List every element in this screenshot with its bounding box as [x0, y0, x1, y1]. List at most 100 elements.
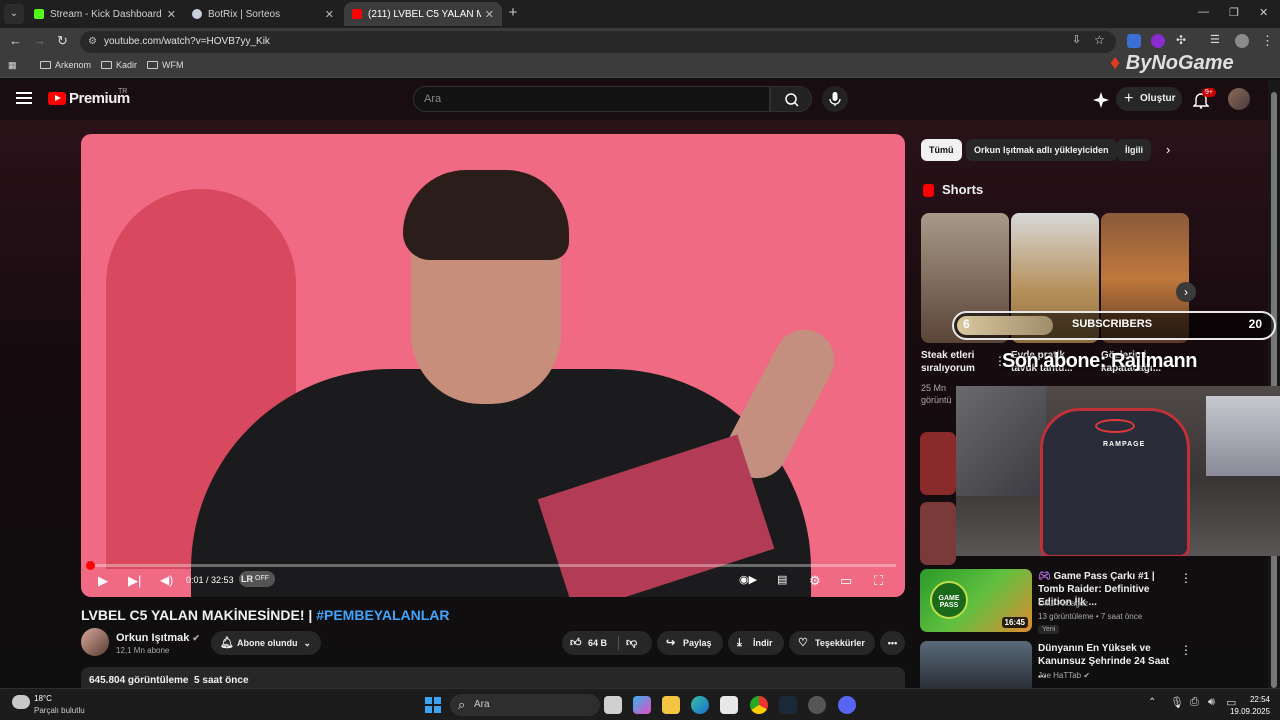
forward-icon[interactable]: →	[33, 33, 46, 48]
install-icon[interactable]: ⇩	[1072, 33, 1081, 46]
chip-from-uploader[interactable]: Orkun Işıtmak adlı yükleyiciden	[966, 139, 1117, 161]
minimize-icon[interactable]: —	[1198, 6, 1209, 18]
site-info-icon[interactable]: ⚙	[88, 31, 97, 53]
chevron-right-icon[interactable]: ›	[1166, 142, 1170, 157]
extensions-puzzle-icon[interactable]: ✣	[1176, 33, 1186, 47]
address-bar[interactable]: ⚙ youtube.com/watch?v=HOVB7yy_Kik	[80, 31, 1116, 53]
store-icon[interactable]	[720, 696, 738, 714]
app-icon[interactable]	[808, 696, 826, 714]
edge-icon[interactable]	[691, 696, 709, 714]
account-avatar[interactable]	[1228, 88, 1250, 110]
bookmark-star-icon[interactable]: ☆	[1094, 33, 1105, 47]
tab-botrix[interactable]: BotRix | Sorteos ✕	[184, 2, 342, 26]
restore-icon[interactable]: ❐	[1229, 6, 1239, 19]
show-hidden-icons-chevron[interactable]: ⌃	[1148, 697, 1156, 708]
subscribed-button[interactable]: 🔔︎ Abone olundu ⌄	[211, 631, 321, 655]
reload-icon[interactable]: ↻	[57, 33, 68, 49]
search-button[interactable]	[770, 86, 812, 112]
dislike-icon[interactable]: 👎︎	[626, 631, 637, 655]
like-count[interactable]: 64 B	[588, 631, 607, 655]
play-icon[interactable]: ▶	[98, 573, 108, 589]
reading-list-icon[interactable]: ☰	[1210, 33, 1220, 46]
video-player[interactable]: ▶ ▶| ◀) 0:01 / 32:53 LR OFF ◉▶ ▤ ⚙ ▭ ⛶	[81, 134, 905, 597]
close-icon[interactable]: ✕	[167, 8, 176, 21]
subscriber-goal-target: 20	[1248, 317, 1262, 331]
fullscreen-icon[interactable]: ⛶	[874, 573, 883, 589]
weather-cloud-icon[interactable]	[12, 695, 30, 709]
hashtag-link[interactable]: #PEMBEYALANLAR	[316, 607, 449, 623]
webcam-poster	[956, 386, 1046, 496]
close-icon[interactable]: ✕	[485, 8, 494, 21]
hamburger-menu-icon[interactable]	[16, 92, 32, 104]
ai-sparkle-icon[interactable]	[1092, 91, 1110, 109]
bell-icon: 🔔︎	[220, 637, 234, 649]
recommendation-thumbnail-city[interactable]	[920, 641, 1032, 688]
profile-icon[interactable]	[1235, 34, 1249, 48]
steam-icon[interactable]	[779, 696, 797, 714]
system-clock[interactable]: 22:54 19.09.2025	[1230, 694, 1270, 718]
download-button[interactable]: ⤓ İndir	[728, 631, 784, 655]
extension-icon[interactable]	[1151, 34, 1165, 48]
verified-icon: ✔	[192, 633, 200, 643]
search-icon	[785, 93, 799, 107]
recommendation-channel[interactable]: Joe HaTTab ✔	[1038, 671, 1090, 680]
share-button[interactable]: ↪ Paylaş	[657, 631, 723, 655]
seek-bar-scrubber[interactable]	[86, 561, 95, 570]
translate-extension-icon[interactable]	[1127, 34, 1141, 48]
search-input[interactable]: Ara	[413, 86, 770, 112]
recommendation-menu-icon[interactable]: ⋮	[1180, 571, 1192, 585]
short-meta-1: 25 Mn görüntü	[921, 383, 952, 405]
thanks-button[interactable]: ♡ Teşekkürler	[789, 631, 875, 655]
channel-avatar[interactable]	[81, 628, 109, 656]
recommendation-menu-icon[interactable]: ⋮	[1180, 643, 1192, 657]
chip-all[interactable]: Tümü	[921, 139, 962, 161]
tab-kick[interactable]: Stream - Kick Dashboard ✕	[26, 2, 184, 26]
file-explorer-icon[interactable]	[662, 696, 680, 714]
chip-related[interactable]: İlgili	[1117, 139, 1151, 161]
close-icon[interactable]: ✕	[325, 8, 334, 21]
autoplay-toggle-icon[interactable]: ◉▶	[739, 573, 757, 586]
like-icon[interactable]: 👍︎	[570, 631, 582, 655]
youtube-logo-icon[interactable]	[48, 92, 66, 105]
new-tab-button[interactable]: +	[504, 4, 522, 22]
next-video-icon[interactable]: ▶|	[128, 573, 141, 589]
chrome-icon[interactable]	[750, 696, 768, 714]
back-icon[interactable]: ←	[9, 33, 22, 48]
weather-condition[interactable]: Parçalı bulutlu	[34, 706, 85, 715]
bookmark-arkenom[interactable]: Arkenom	[40, 60, 91, 70]
speaker-icon[interactable]: 🔊︎	[1208, 696, 1215, 709]
shorts-next-button[interactable]: ›	[1176, 282, 1196, 302]
windows-start-icon[interactable]	[425, 697, 441, 713]
copilot-icon[interactable]	[633, 696, 651, 714]
tab-search-button[interactable]: ⌄	[4, 4, 24, 24]
taskbar-search[interactable]: Ara	[450, 694, 600, 716]
recommendation-thumbnail-partial-2[interactable]	[920, 502, 956, 565]
recommendation-thumbnail-gamepass[interactable]: GAME PASS 16:45	[920, 569, 1032, 632]
create-button[interactable]: Oluştur	[1116, 87, 1182, 111]
voice-search-button[interactable]	[822, 86, 848, 112]
network-icon[interactable]: ⎙	[1190, 696, 1199, 709]
menu-kebab-icon[interactable]: ⋮	[1261, 33, 1274, 49]
microphone-tray-icon[interactable]: 🎙︎	[1170, 696, 1184, 709]
recommendation-thumbnail-partial-1[interactable]	[920, 432, 956, 495]
volume-icon[interactable]: ◀)	[160, 573, 173, 587]
lr-toggle[interactable]: LR OFF	[239, 571, 275, 587]
task-view-icon[interactable]	[604, 696, 622, 714]
discord-icon[interactable]	[838, 696, 856, 714]
apps-grid-icon[interactable]: ▦	[8, 60, 17, 71]
settings-gear-icon[interactable]: ⚙	[809, 573, 821, 589]
seek-bar[interactable]	[90, 564, 896, 567]
subtitles-icon[interactable]: ▤	[777, 573, 787, 586]
bookmark-kadir[interactable]: Kadir	[101, 60, 137, 70]
window-close-icon[interactable]: ✕	[1259, 6, 1268, 19]
more-actions-button[interactable]: •••	[880, 631, 905, 655]
weather-temperature[interactable]: 18°C	[34, 694, 52, 703]
theater-mode-icon[interactable]: ▭	[840, 573, 852, 589]
bynogame-overlay-logo: ♦ ByNoGame	[1110, 52, 1234, 75]
tab-youtube[interactable]: (211) LVBEL C5 YALAN MAKİNE ✕	[344, 2, 502, 26]
short-title-1[interactable]: Steak etleri sıralıyorum	[921, 349, 1001, 375]
recommendation-channel[interactable]: Onur Akcagoz	[1038, 599, 1088, 608]
url-text: youtube.com/watch?v=HOVB7yy_Kik	[104, 36, 270, 47]
channel-name[interactable]: Orkun Işıtmak ✔	[116, 632, 200, 644]
bookmark-wfm[interactable]: WFM	[147, 60, 184, 70]
